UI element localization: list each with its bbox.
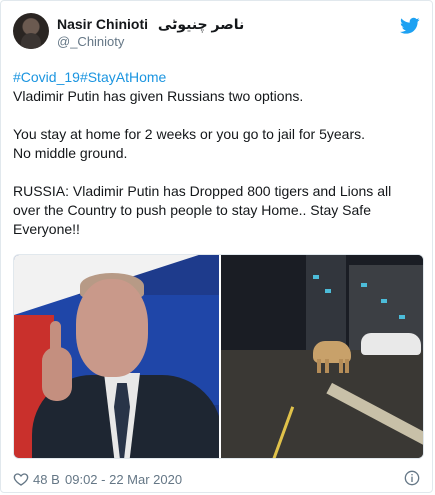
tweet-media[interactable]	[13, 254, 424, 459]
author-name[interactable]: Nasir Chinioti	[57, 16, 148, 32]
tweet-timestamp[interactable]: 09:02 - 22 Mar 2020	[65, 472, 182, 487]
tweet-footer: 48 B 09:02 - 22 Mar 2020	[13, 469, 420, 489]
author-name-line[interactable]: Nasir Chinioti ناصر چنیوٹی	[57, 16, 244, 33]
tweet-text: #Covid_19#StayAtHome Vladimir Putin has …	[13, 68, 418, 239]
media-photo-lion-street[interactable]	[221, 255, 423, 458]
tweet-card: Nasir Chinioti ناصر چنیوٹی @_Chinioty #C…	[0, 0, 433, 493]
twitter-bird-icon[interactable]	[400, 17, 420, 35]
author-handle[interactable]: @_Chinioty	[57, 34, 124, 49]
tweet-line-2: You stay at home for 2 weeks or you go t…	[13, 126, 366, 142]
heart-icon[interactable]	[13, 471, 29, 487]
info-icon[interactable]	[404, 470, 420, 486]
tweet-line-3: No middle ground.	[13, 145, 128, 161]
author-avatar[interactable]	[13, 13, 49, 49]
tweet-line-1: Vladimir Putin has given Russians two op…	[13, 88, 304, 104]
tweet-header: Nasir Chinioti ناصر چنیوٹی @_Chinioty	[13, 13, 420, 57]
tweet-hashtags[interactable]: #Covid_19#StayAtHome	[13, 68, 418, 87]
tweet-line-4: RUSSIA: Vladimir Putin has Dropped 800 t…	[13, 183, 392, 237]
like-count[interactable]: 48 B	[33, 472, 60, 487]
media-photo-putin[interactable]	[14, 255, 219, 458]
author-name-urdu: ناصر چنیوٹی	[157, 16, 245, 32]
